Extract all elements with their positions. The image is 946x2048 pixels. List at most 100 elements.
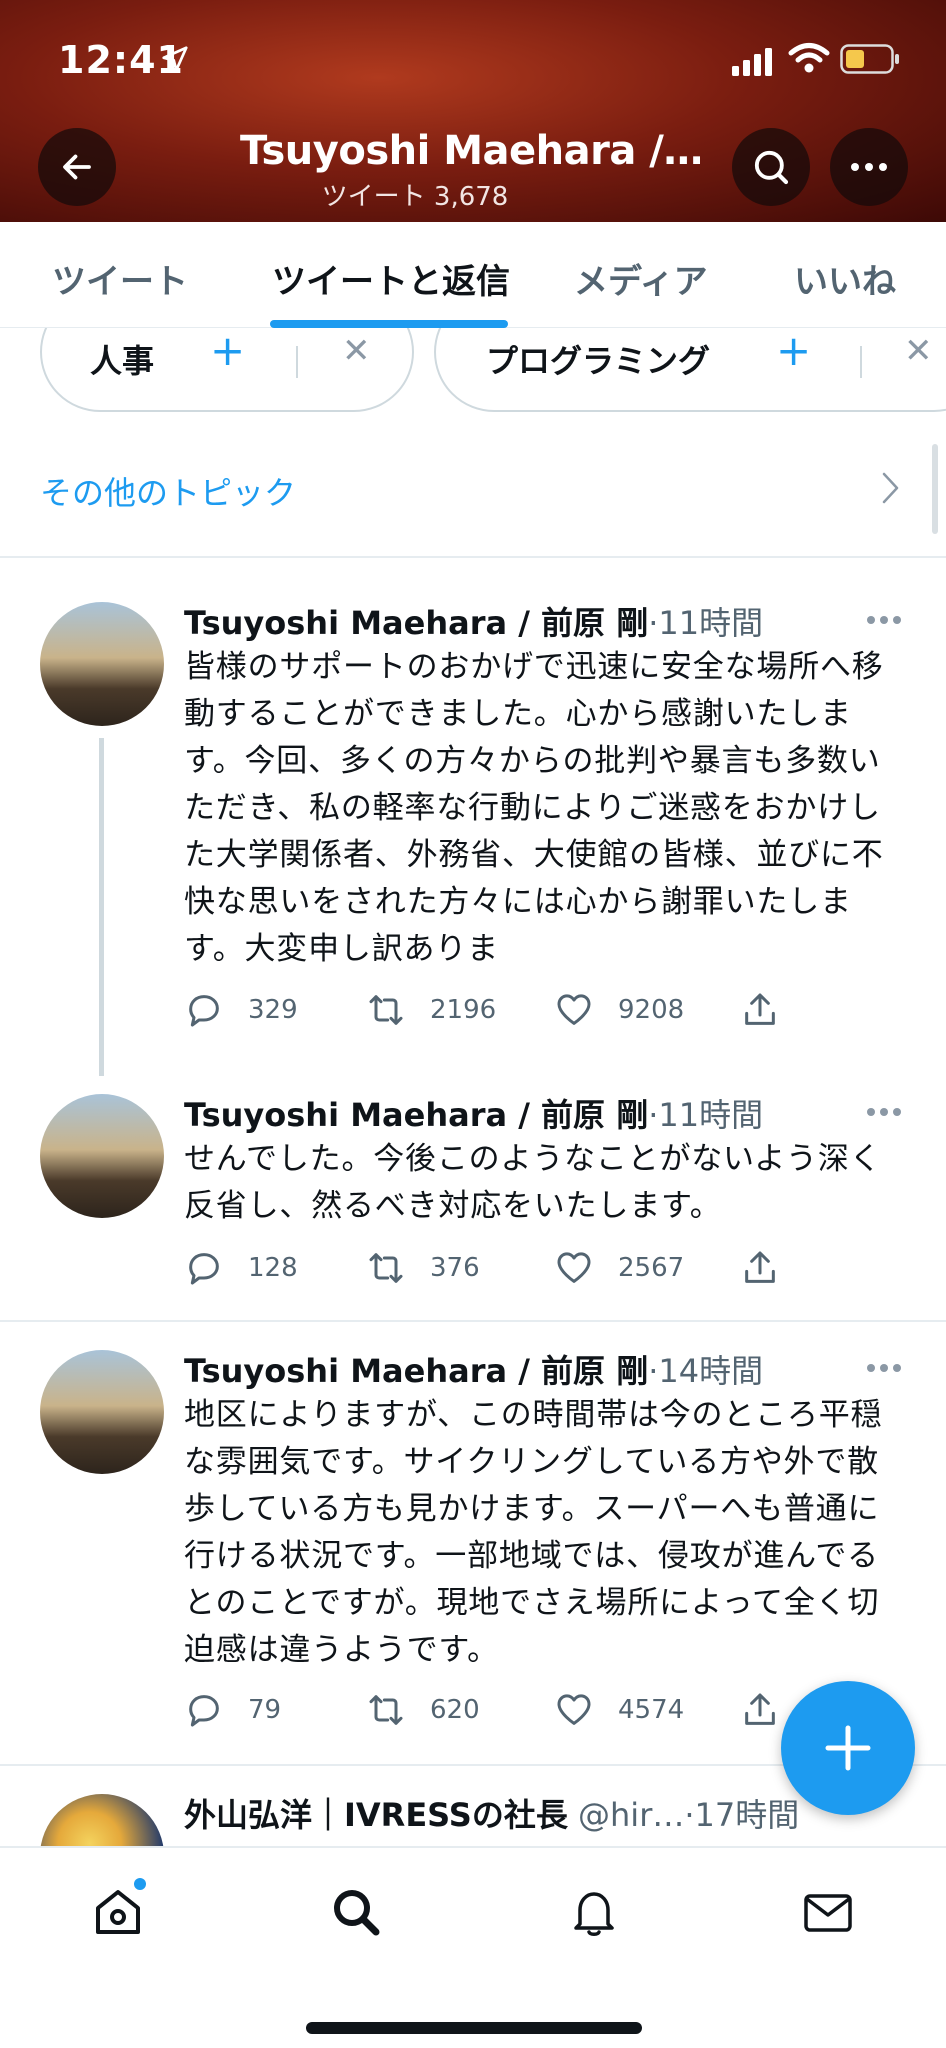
tweet-more-icon[interactable]	[866, 614, 902, 626]
share-icon	[745, 1251, 775, 1283]
more-horizontal-icon	[851, 163, 887, 171]
reply-button[interactable]: 128	[184, 1246, 298, 1290]
profile-header-banner: 12:41 Tsuyoshi Maehara /… ツイート 3,678	[0, 0, 946, 222]
topic-chip[interactable]: 人事 + ✕	[40, 328, 414, 412]
tweet[interactable]: Tsuyoshi Maehara / 前原 剛·11時間 せんでした。今後このよ…	[0, 1076, 946, 1320]
avatar[interactable]	[40, 1094, 164, 1218]
tweet-text: 皆様のサポートのおかげで迅速に安全な場所へ移動することができました。心から感謝い…	[184, 649, 884, 967]
tweet-actions: 329 2196 9208	[184, 988, 904, 1032]
chip-divider	[296, 346, 298, 378]
tweet-time[interactable]: 14時間	[658, 1352, 763, 1390]
author-name[interactable]: 外山弘洋｜IVRESSの社長	[184, 1796, 568, 1834]
profile-tabs: ツイート ツイートと返信 メディア いいね	[0, 222, 946, 328]
home-icon[interactable]	[90, 1884, 146, 1940]
author-name[interactable]: Tsuyoshi Maehara / 前原 剛	[184, 1352, 648, 1390]
plus-icon	[825, 1725, 871, 1771]
heart-icon	[557, 1252, 591, 1283]
retweet-button[interactable]: 2196	[366, 988, 496, 1032]
author-handle[interactable]: @hir…	[578, 1796, 684, 1834]
tweet-text: せんでした。今後このようなことがないよう深く反省し、然るべき対応をいたします。	[184, 1141, 882, 1224]
topic-chip[interactable]: プログラミング + ✕	[434, 328, 946, 412]
more-options-button[interactable]	[830, 128, 908, 206]
status-bar: 12:41	[0, 0, 946, 120]
tweet-time[interactable]: 11時間	[658, 604, 763, 642]
reply-icon	[189, 995, 219, 1027]
avatar[interactable]	[40, 1350, 164, 1474]
chip-divider	[860, 346, 862, 378]
home-indicator-bar	[306, 2022, 642, 2034]
chevron-right-icon	[882, 472, 899, 504]
heart-icon	[557, 1694, 591, 1725]
share-icon	[745, 1693, 775, 1725]
tab-media[interactable]: メディア	[574, 254, 708, 303]
search-icon	[754, 150, 789, 185]
share-button[interactable]	[740, 1246, 780, 1290]
tweet-time[interactable]: 17時間	[695, 1796, 800, 1834]
notifications-bell-icon[interactable]	[566, 1884, 622, 1940]
tweet-time[interactable]: 11時間	[658, 1096, 763, 1134]
dismiss-topic-icon[interactable]: ✕	[342, 334, 371, 368]
topic-chip-label: プログラミング	[486, 342, 711, 380]
author-name[interactable]: Tsuyoshi Maehara / 前原 剛	[184, 604, 648, 642]
retweet-icon	[369, 1695, 403, 1725]
wifi-icon	[788, 43, 830, 73]
back-button[interactable]	[38, 128, 116, 206]
active-tab-indicator	[270, 320, 508, 328]
thread-connector	[99, 738, 104, 1076]
like-count: 2567	[618, 1253, 685, 1283]
topic-chip-label: 人事	[90, 342, 155, 380]
retweet-count: 376	[430, 1253, 480, 1283]
retweet-count: 2196	[430, 995, 497, 1025]
search-button[interactable]	[732, 128, 810, 206]
reply-button[interactable]: 329	[184, 988, 298, 1032]
profile-name-title: Tsuyoshi Maehara /…	[240, 128, 700, 174]
other-topics-link[interactable]: その他のトピック	[40, 468, 296, 514]
retweet-button[interactable]: 376	[366, 1246, 480, 1290]
reply-count: 329	[248, 995, 298, 1025]
heart-icon	[557, 994, 591, 1025]
scroll-indicator[interactable]	[932, 444, 938, 534]
tweet-count: ツイート 3,678	[321, 182, 509, 212]
like-button[interactable]: 9208	[554, 988, 684, 1032]
like-count: 9208	[618, 995, 685, 1025]
bottom-navigation	[0, 1846, 946, 2048]
dismiss-topic-icon[interactable]: ✕	[904, 334, 933, 368]
like-count: 4574	[618, 1695, 685, 1725]
like-button[interactable]: 4574	[554, 1688, 684, 1732]
tweet[interactable]: Tsuyoshi Maehara / 前原 剛·11時間 皆様のサポートのおかげ…	[0, 558, 946, 1076]
tweet-more-icon[interactable]	[866, 1106, 902, 1118]
separator-dot: ·	[684, 1796, 695, 1834]
author-name[interactable]: Tsuyoshi Maehara / 前原 剛	[184, 1096, 648, 1134]
avatar[interactable]	[40, 1794, 164, 1846]
share-icon	[745, 993, 775, 1025]
home-notification-dot	[134, 1878, 146, 1890]
tweet-more-icon[interactable]	[866, 1362, 902, 1374]
like-button[interactable]: 2567	[554, 1246, 684, 1290]
retweet-count: 620	[430, 1695, 480, 1725]
topics-section: 人事 + ✕ プログラミング + ✕ その他のトピック	[0, 328, 946, 560]
tweet-text: 地区によりますが、この時間帯は今のところ平穏な雰囲気です。サイクリングしている方…	[184, 1397, 883, 1668]
reply-icon	[189, 1695, 219, 1727]
messages-envelope-icon[interactable]	[800, 1884, 856, 1940]
back-arrow-icon	[63, 154, 91, 180]
follow-topic-plus-icon[interactable]: +	[210, 330, 245, 372]
reply-count: 128	[248, 1253, 298, 1283]
avatar[interactable]	[40, 602, 164, 726]
follow-topic-plus-icon[interactable]: +	[776, 330, 811, 372]
reply-icon	[189, 1253, 219, 1285]
reply-button[interactable]: 79	[184, 1688, 281, 1732]
separator-dot: ·	[648, 1096, 659, 1134]
compose-tweet-button[interactable]	[781, 1681, 915, 1815]
share-button[interactable]	[740, 988, 780, 1032]
retweet-button[interactable]: 620	[366, 1688, 480, 1732]
retweet-icon	[369, 1253, 403, 1283]
tab-tweets[interactable]: ツイート	[52, 254, 188, 303]
tab-tweets-and-replies[interactable]: ツイートと返信	[272, 254, 510, 303]
signal-icon	[732, 48, 772, 76]
retweet-icon	[369, 995, 403, 1025]
location-arrow-icon	[162, 46, 188, 72]
share-button[interactable]	[740, 1688, 780, 1732]
tab-likes[interactable]: いいね	[794, 254, 896, 303]
battery-icon	[840, 44, 899, 74]
search-icon[interactable]	[328, 1884, 384, 1940]
